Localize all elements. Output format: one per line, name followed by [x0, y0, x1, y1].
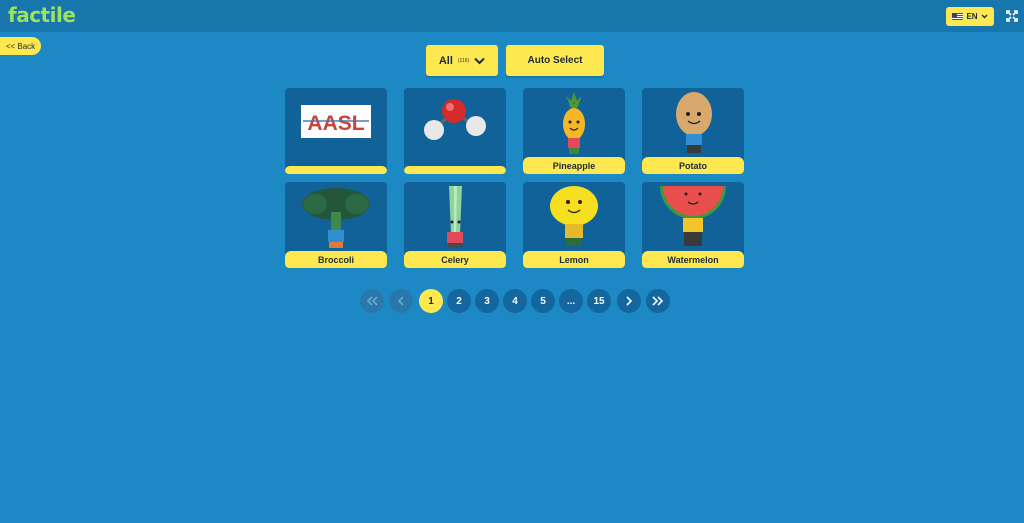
previous-page-button[interactable] [389, 289, 413, 313]
water-molecule-image [424, 99, 486, 140]
page-button-3[interactable]: 3 [475, 289, 499, 313]
us-flag-icon [952, 13, 964, 20]
card-label: Celery [404, 251, 506, 268]
page-button-5[interactable]: 5 [531, 289, 555, 313]
filter-selected-label: All [438, 54, 453, 67]
language-selector[interactable]: EN [946, 7, 994, 26]
chevron-right-icon [626, 296, 633, 306]
factile-logo[interactable]: factile [8, 3, 76, 27]
expand-icon[interactable] [1006, 10, 1018, 22]
card-label: Pineapple [523, 157, 625, 174]
card-label: Potato [642, 157, 744, 174]
double-chevron-left-icon [366, 296, 378, 306]
avatar-card-pineapple[interactable]: Pineapple [523, 88, 625, 174]
page-button-2[interactable]: 2 [447, 289, 471, 313]
card-label: Watermelon [642, 251, 744, 268]
avatar-card-lemon[interactable]: Lemon [523, 182, 625, 268]
back-button[interactable]: << Back [0, 37, 41, 55]
next-page-button[interactable] [617, 289, 641, 313]
card-label: Lemon [523, 251, 625, 268]
avatar-card-potato[interactable]: Potato [642, 88, 744, 174]
avatar-card-molecule[interactable] [404, 88, 506, 174]
avatar-card-aasl[interactable]: AASL [285, 88, 387, 174]
double-chevron-right-icon [652, 296, 664, 306]
chevron-down-icon [474, 57, 485, 64]
page-button-1[interactable]: 1 [419, 289, 443, 313]
category-filter-dropdown[interactable]: All (116) [426, 45, 498, 76]
avatar-card-watermelon[interactable]: Watermelon [642, 182, 744, 268]
first-page-button[interactable] [360, 289, 384, 313]
card-label [404, 166, 506, 174]
avatar-card-broccoli[interactable]: Broccoli [285, 182, 387, 268]
filter-count: (116) [457, 57, 470, 64]
chevron-down-icon [981, 14, 988, 19]
page-button-15[interactable]: 15 [587, 289, 611, 313]
card-label [285, 166, 387, 174]
page-button-4[interactable]: 4 [503, 289, 527, 313]
top-bar: factile EN [0, 0, 1024, 32]
language-label: EN [966, 12, 978, 21]
aasl-logo-text: AASL [307, 112, 364, 135]
chevron-left-icon [397, 296, 404, 306]
avatar-card-celery[interactable]: Celery [404, 182, 506, 268]
aasl-logo-image: AASL [301, 105, 371, 138]
auto-select-button[interactable]: Auto Select [506, 45, 604, 76]
page-ellipsis: ... [559, 289, 583, 313]
card-label: Broccoli [285, 251, 387, 268]
last-page-button[interactable] [646, 289, 670, 313]
